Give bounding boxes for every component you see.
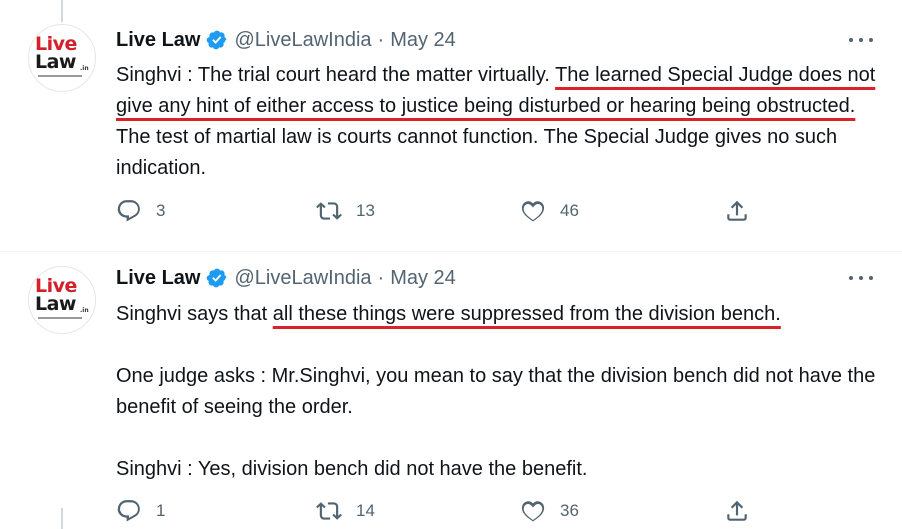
verified-badge-icon [206, 267, 228, 289]
avatar[interactable]: Live Law .in [28, 24, 96, 92]
retweet-icon [316, 502, 342, 520]
avatar[interactable]: Live Law .in [28, 266, 96, 334]
avatar-logo-tagline [38, 317, 82, 319]
like-button[interactable]: 46 [520, 196, 579, 226]
text-segment: The test of martial law is courts cannot… [116, 126, 838, 179]
tweet-text: Singhvi : The trial court heard the matt… [116, 60, 876, 184]
text-segment: Singhvi : The trial court heard the matt… [116, 64, 556, 86]
share-button[interactable] [724, 196, 750, 226]
avatar-logo-tagline [38, 75, 82, 77]
share-button[interactable] [724, 496, 750, 526]
thread-line-bottom [61, 508, 63, 529]
tweet[interactable]: Live Law .in Live Law @LiveLawIndia · Ma… [0, 252, 902, 529]
text-segment: Singhvi says that [116, 303, 273, 325]
tweet-paragraph: Singhvi says that all these things were … [116, 299, 876, 330]
tweet-date[interactable]: May 24 [390, 267, 456, 290]
reply-icon [117, 500, 140, 522]
author-handle[interactable]: @LiveLawIndia [234, 29, 371, 52]
reply-button[interactable]: 1 [116, 496, 165, 526]
tweet-paragraph: Singhvi : Yes, division bench did not ha… [116, 458, 588, 480]
like-count: 36 [560, 501, 579, 520]
more-icon[interactable] [846, 30, 876, 50]
share-icon [727, 200, 747, 221]
author-name[interactable]: Live Law [116, 267, 200, 290]
tweet-header: Live Law @LiveLawIndia · May 24 [116, 264, 456, 292]
underlined-text: all these things were suppressed from th… [272, 303, 781, 325]
avatar-logo-law: Law [35, 51, 76, 73]
reply-count: 1 [156, 501, 166, 520]
avatar-logo-suffix: .in [80, 65, 89, 72]
author-name[interactable]: Live Law [116, 29, 200, 52]
like-icon [521, 201, 545, 222]
retweet-button[interactable]: 14 [316, 496, 375, 526]
tweet-header: Live Law @LiveLawIndia · May 24 [116, 26, 456, 54]
retweet-icon [316, 202, 342, 220]
reply-icon [117, 200, 140, 222]
more-icon[interactable] [846, 268, 876, 288]
retweet-count: 14 [356, 501, 375, 520]
like-button[interactable]: 36 [520, 496, 579, 526]
tweet-actions: 1 14 36 [110, 496, 770, 526]
like-count: 46 [560, 201, 579, 220]
retweet-count: 13 [356, 201, 375, 220]
reply-count: 3 [156, 201, 166, 220]
avatar-logo-suffix: .in [80, 307, 89, 314]
tweet-date[interactable]: May 24 [390, 29, 456, 52]
tweet-paragraph: Singhvi : The trial court heard the matt… [116, 60, 876, 184]
separator: · [377, 266, 385, 289]
verified-badge-icon [206, 29, 228, 51]
like-icon [521, 501, 545, 522]
tweet[interactable]: Live Law .in Live Law @LiveLawIndia · Ma… [0, 0, 902, 252]
separator: · [377, 28, 385, 51]
reply-button[interactable]: 3 [116, 196, 165, 226]
author-handle[interactable]: @LiveLawIndia [234, 267, 371, 290]
tweet-text: Singhvi says that all these things were … [116, 299, 876, 485]
tweet-paragraph: One judge asks : Mr.Singhvi, you mean to… [116, 365, 876, 418]
retweet-button[interactable]: 13 [316, 196, 375, 226]
tweet-actions: 3 13 46 [110, 196, 770, 226]
share-icon [727, 500, 747, 521]
avatar-logo-law: Law [35, 293, 76, 315]
